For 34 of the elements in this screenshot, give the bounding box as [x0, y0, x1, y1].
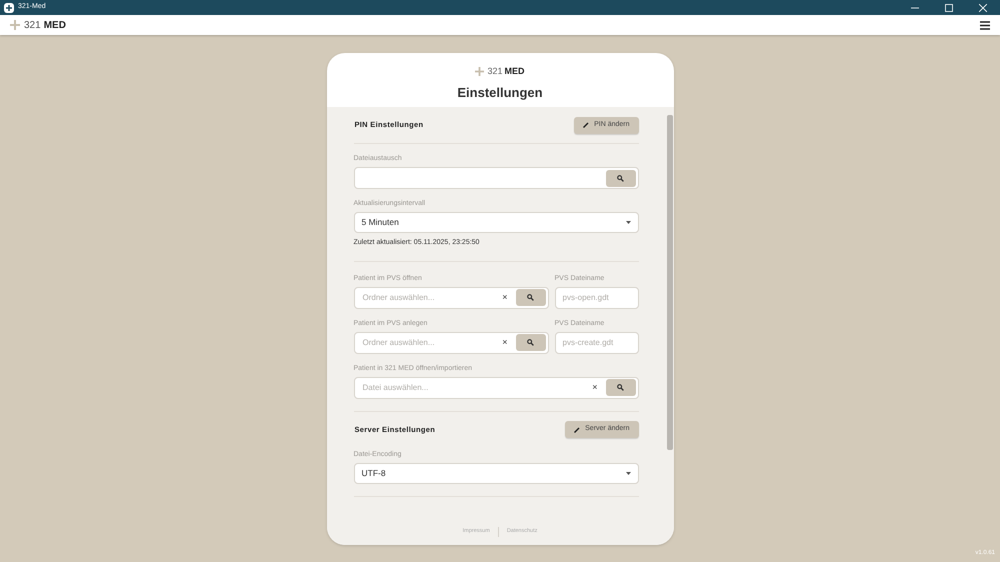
search-button[interactable] — [516, 289, 546, 306]
path-field[interactable] — [354, 167, 638, 189]
menu-icon[interactable] — [980, 20, 990, 30]
filename-field[interactable]: pvs-open.gdt — [554, 286, 638, 308]
search-icon — [527, 294, 534, 301]
logo-text: 321 — [487, 65, 503, 78]
caret-icon — [626, 472, 630, 474]
search-icon — [617, 384, 624, 391]
search-button[interactable] — [606, 170, 636, 186]
pencil-icon — [574, 426, 580, 432]
search-button[interactable] — [516, 334, 546, 351]
cross-logo-icon — [475, 67, 484, 76]
path-field[interactable]: Ordner auswählen... × — [354, 332, 548, 354]
search-icon — [527, 339, 534, 346]
page-title: Einstellungen — [457, 84, 543, 102]
logo-text: MED — [44, 18, 66, 32]
caret-icon — [626, 221, 630, 224]
dropdown[interactable]: UTF-8 — [354, 462, 638, 484]
close-icon — [979, 4, 987, 12]
clear-button[interactable]: × — [502, 290, 508, 304]
clear-button[interactable]: × — [502, 336, 508, 350]
pencil-icon — [583, 122, 590, 128]
clear-button[interactable]: × — [592, 380, 598, 394]
cross-logo-icon — [10, 20, 20, 30]
app-icon — [4, 2, 14, 12]
logo-text: 321 — [24, 18, 41, 32]
filename-field[interactable]: pvs-create.gdt — [554, 332, 638, 354]
maximize-icon — [945, 4, 953, 12]
search-icon — [617, 174, 624, 182]
path-field[interactable]: Datei auswählen... × — [354, 376, 638, 398]
path-field[interactable]: Ordner auswählen... × — [354, 286, 548, 308]
search-button[interactable] — [606, 379, 636, 396]
dropdown[interactable]: 5 Minuten — [354, 212, 638, 233]
logo-text: MED — [504, 65, 525, 78]
